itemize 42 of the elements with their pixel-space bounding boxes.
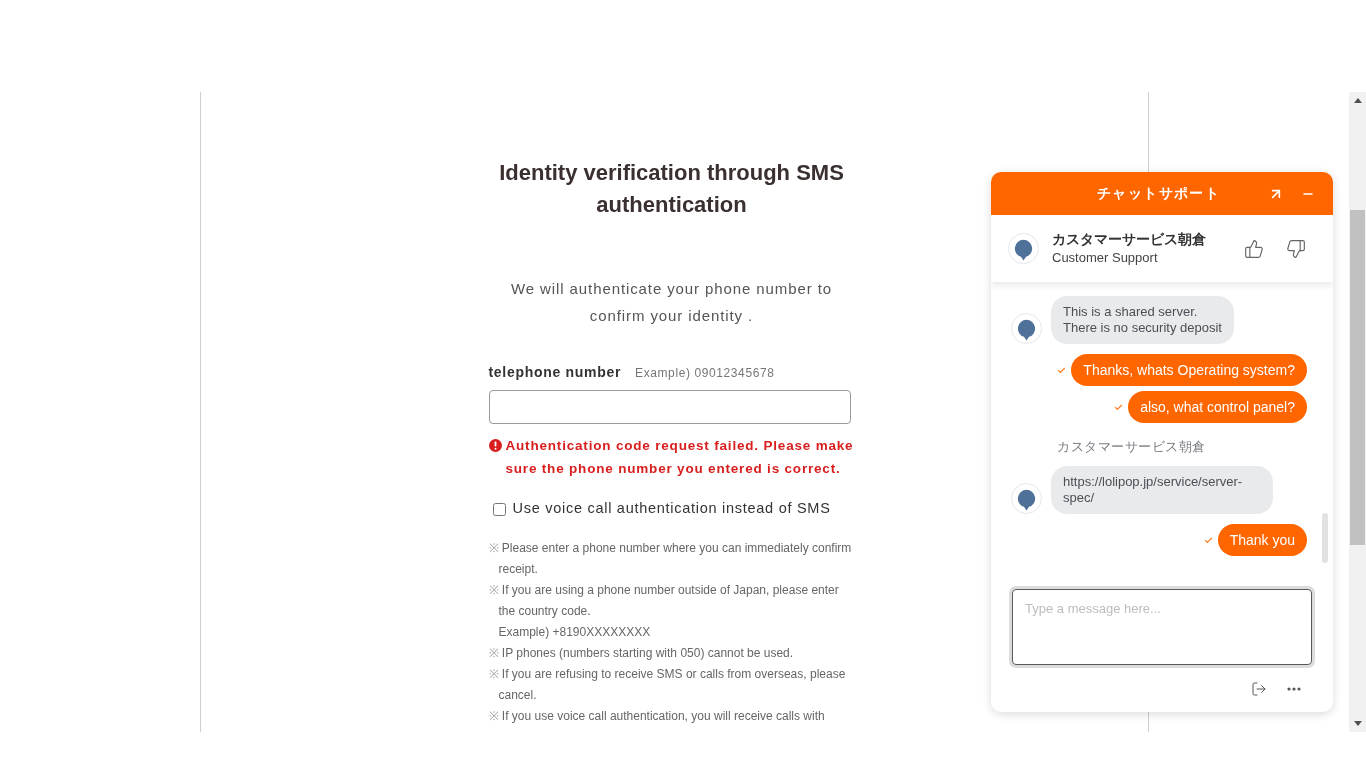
thumbs-down-icon[interactable]: [1286, 238, 1306, 259]
avatar-icon: [1008, 233, 1039, 264]
reference-mark: ※: [488, 583, 499, 597]
user-message: Thank you: [1217, 524, 1307, 556]
checkbox[interactable]: [492, 502, 506, 516]
user-message: Thanks, whats Operating system?: [1071, 354, 1307, 386]
note-text: If you use voice call authentication, you will receive calls with: [501, 709, 825, 723]
scroll-down-arrow-icon[interactable]: [1353, 721, 1362, 726]
reference-mark: ※: [488, 541, 499, 555]
user-message: also, what control panel?: [1128, 391, 1307, 423]
avatar-icon: [1011, 313, 1042, 344]
alert-icon: [488, 439, 502, 452]
note-text: Please enter a phone number where you can immediately confirm receipt.: [498, 541, 852, 576]
message-input-field[interactable]: Type a message here...: [1012, 589, 1312, 665]
chat-scrollbar-thumb[interactable]: [1322, 513, 1328, 563]
description-text: We will authenticate your phone number to confirm your identity .: [510, 279, 833, 326]
agent-name: カスタマーサービス朝倉: [1052, 231, 1206, 249]
scrollbar-thumb[interactable]: [1350, 210, 1365, 545]
avatar-icon: [1011, 483, 1042, 514]
chat-title: チャットサポート: [1097, 184, 1221, 203]
field-label: telephone number: [488, 363, 622, 382]
checkbox-label: Use voice call authentication instead of SMS: [512, 499, 831, 519]
exit-icon[interactable]: [1251, 680, 1267, 697]
thumbs-up-icon[interactable]: [1244, 238, 1264, 259]
example-hint: Example) 09012345678: [635, 365, 775, 382]
agent-message: This is a shared server. There is no security deposit: [1051, 296, 1234, 344]
note-text: If you are using a phone number outside of Japan, please enter the country code.: [498, 583, 839, 618]
reference-mark: ※: [488, 667, 499, 681]
error-text: Authentication code request failed. Please make sure the phone number you entered is correct.: [505, 437, 855, 478]
phone-input-field[interactable]: [488, 390, 851, 424]
note-text: IP phones (numbers starting with 050) cannot be used.: [501, 646, 794, 660]
agent-role: Customer Support: [1052, 249, 1158, 266]
sender-name: カスタマーサービス朝倉: [1057, 439, 1206, 455]
scrollbar[interactable]: [1349, 92, 1366, 732]
scroll-up-arrow-icon[interactable]: [1353, 98, 1362, 103]
agent-message: https://lolipop.jp/service/server-spec/: [1051, 466, 1273, 514]
example-text: Example) +8190XXXXXXXX: [498, 624, 651, 641]
reference-mark: ※: [488, 646, 499, 660]
more-options-icon[interactable]: [1287, 686, 1301, 691]
reference-mark: ※: [488, 709, 499, 723]
page-title: Identity verification through SMS authentication: [498, 159, 845, 219]
note-text: If you are refusing to receive SMS or calls from overseas, please cancel.: [498, 667, 846, 702]
